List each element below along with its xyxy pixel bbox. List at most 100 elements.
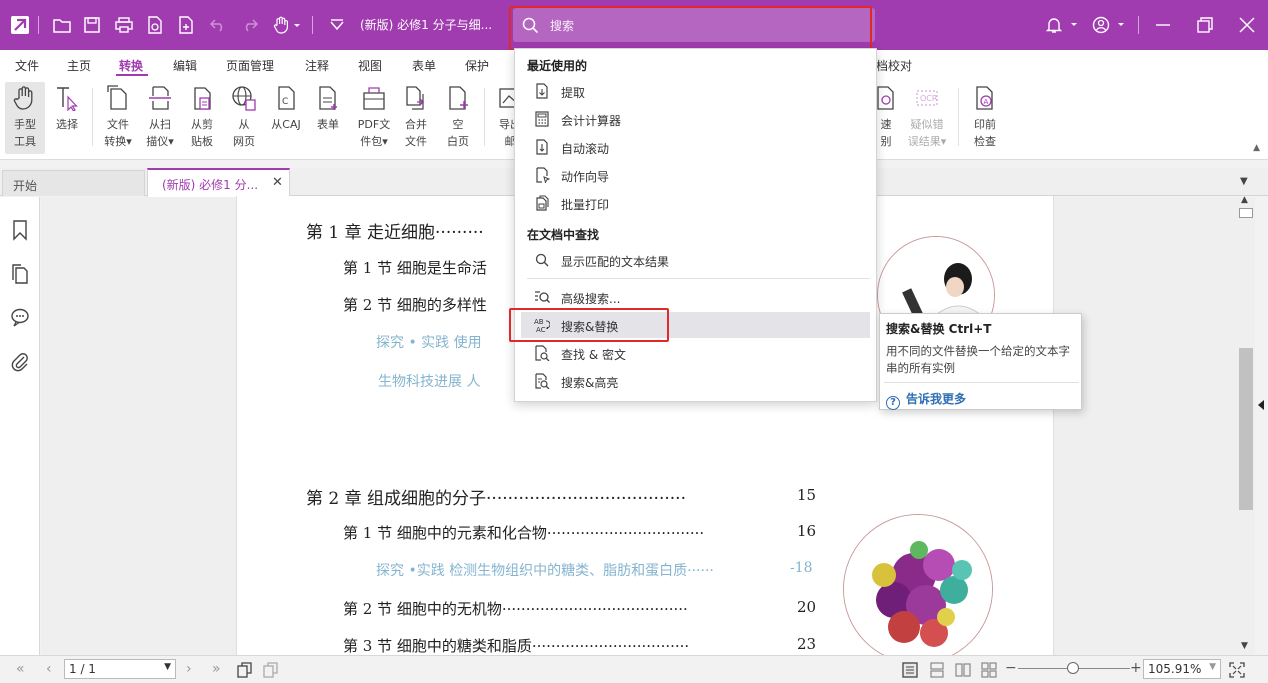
first-page-icon[interactable]: « [16, 661, 25, 677]
tab-document[interactable]: (新版) 必修1 分... [147, 168, 290, 197]
scroll-up-icon[interactable]: ▲ [1241, 195, 1248, 205]
hand-tool-button[interactable]: 手型 工具 [5, 82, 45, 154]
from-scanner-button[interactable]: 从扫 描仪▾ [140, 82, 180, 154]
file-convert-button[interactable]: 文件 转换▾ [98, 82, 138, 154]
open-folder-icon[interactable] [50, 13, 74, 37]
from-caj-button[interactable]: C 从CAJ [266, 82, 306, 154]
divider [92, 88, 93, 146]
tab-protect[interactable]: 保护 [465, 57, 489, 74]
active-tab-indicator [116, 74, 148, 76]
facing-view-icon[interactable] [955, 662, 971, 678]
from-clipboard-button[interactable]: 从剪 贴板 [182, 82, 222, 154]
form-button[interactable]: 表单 [308, 82, 348, 154]
from-web-button[interactable]: 从 网页 [224, 82, 264, 154]
attachment-icon[interactable] [10, 351, 30, 373]
recent-item-auto-scroll[interactable]: 自动滚动 [521, 134, 870, 160]
recent-item-extract[interactable]: 提取 [521, 78, 870, 104]
tab-comment[interactable]: 注释 [305, 57, 329, 74]
tab-edit[interactable]: 编辑 [173, 57, 197, 74]
tab-file[interactable]: 文件 [15, 57, 39, 74]
search-placeholder: 搜索 [550, 19, 575, 33]
pages-thumbnail-icon[interactable] [10, 263, 30, 285]
page-dropdown-icon[interactable]: ▼ [164, 662, 171, 672]
undo-icon[interactable] [206, 13, 230, 37]
tab-start[interactable]: 开始 [2, 170, 145, 196]
account-icon[interactable] [1090, 13, 1128, 37]
recent-item-batch-print[interactable]: 批量打印 [521, 190, 870, 216]
tab-page-management[interactable]: 页面管理 [226, 57, 274, 74]
tab-convert[interactable]: 转换 [119, 57, 143, 74]
divider [484, 88, 485, 146]
hand-icon [12, 85, 38, 111]
scroll-split-handle[interactable] [1239, 208, 1253, 218]
previous-page-icon[interactable]: ‹ [46, 661, 52, 677]
continuous-view-icon[interactable] [929, 662, 945, 678]
recent-item-action-wizard[interactable]: 动作向导 [521, 162, 870, 188]
scroll-down-icon[interactable]: ▼ [1241, 641, 1248, 651]
find-item-advanced-search[interactable]: 高级搜索... [521, 284, 870, 310]
recent-item-calculator[interactable]: 会计计算器 [521, 106, 870, 132]
continuous-facing-view-icon[interactable] [981, 662, 997, 678]
fit-page-icon[interactable] [1229, 662, 1245, 678]
search-input[interactable]: 搜索 [513, 8, 875, 42]
bookmark-icon[interactable] [10, 219, 30, 241]
pdf-package-button[interactable]: PDF文 件包▾ [352, 82, 396, 154]
tab-list-dropdown-icon[interactable]: ▼ [1240, 176, 1248, 187]
continuous-page-icon[interactable] [237, 662, 253, 678]
find-item-show-matches[interactable]: 显示匹配的文本结果 [521, 247, 870, 273]
advanced-search-icon [534, 289, 550, 305]
zoom-slider-knob[interactable] [1067, 662, 1079, 674]
toc-entry: 第 2 节 细胞的多样性 [343, 296, 487, 314]
zoom-in-button[interactable]: + [1130, 660, 1142, 676]
create-pdf-icon[interactable] [143, 13, 167, 37]
find-item-search-replace[interactable]: AB AC 搜索&替换 [521, 312, 870, 338]
toc-page-number: 16 [797, 522, 817, 540]
tab-proofread[interactable]: 档校对 [876, 57, 912, 74]
tell-me-more-link[interactable]: ? 告诉我更多 [886, 390, 966, 410]
minimize-icon[interactable] [1151, 13, 1175, 37]
preflight-button[interactable]: A 印前 检查 [965, 82, 1005, 154]
recent-section-heading: 最近使用的 [527, 59, 588, 73]
page-number-input[interactable]: 1 / 1 ▼ [64, 659, 176, 679]
notifications-bell-icon[interactable] [1043, 13, 1081, 37]
zoom-out-button[interactable]: − [1005, 660, 1017, 676]
find-item-find-redact[interactable]: 查找 & 密文 [521, 340, 870, 366]
close-tab-icon[interactable]: ✕ [272, 175, 283, 190]
comments-icon[interactable] [10, 306, 30, 328]
two-page-icon[interactable] [263, 662, 279, 678]
close-window-icon[interactable] [1235, 13, 1259, 37]
quick-access-dropdown-icon[interactable] [325, 13, 349, 37]
zoom-dropdown-icon[interactable]: ▼ [1209, 662, 1216, 672]
next-page-icon[interactable]: › [186, 661, 192, 677]
search-icon [522, 17, 539, 34]
blank-page-button[interactable]: 空 白页 [438, 82, 478, 154]
new-document-icon[interactable] [174, 13, 198, 37]
divider [884, 382, 1079, 383]
search-replace-tooltip: 搜索&替换 Ctrl+T 用不同的文件替换一个给定的文本字串的所有实例 ? 告诉我… [879, 313, 1082, 410]
last-page-icon[interactable]: » [212, 661, 221, 677]
window-title: (新版) 必修1 分子与细... [360, 18, 493, 32]
hand-tool-dropdown-icon[interactable] [270, 13, 306, 37]
suspect-ocr-results-button[interactable]: OCR 疑似错 误结果▾ [904, 82, 950, 154]
toc-page-number: -18 [790, 560, 813, 576]
scrollbar-thumb[interactable] [1239, 348, 1253, 510]
redo-icon[interactable] [238, 13, 262, 37]
single-page-view-icon[interactable] [902, 662, 918, 678]
restore-window-icon[interactable] [1193, 13, 1217, 37]
divider [312, 16, 313, 34]
print-icon[interactable] [112, 13, 136, 37]
merge-files-button[interactable]: 合并 文件 [396, 82, 436, 154]
ribbon-collapse-icon[interactable]: ▲ [1253, 143, 1260, 153]
find-item-search-highlight[interactable]: 搜索&高亮 [521, 368, 870, 394]
tab-form[interactable]: 表单 [412, 57, 436, 74]
select-button[interactable]: 选择 [47, 82, 87, 154]
tab-view[interactable]: 视图 [358, 57, 382, 74]
toc-entry: 第 3 节 细胞中的糖类和脂质·························… [343, 637, 690, 655]
divider [38, 16, 39, 34]
tab-home[interactable]: 主页 [67, 57, 91, 74]
expand-right-panel-icon[interactable] [1258, 400, 1264, 410]
zoom-level-select[interactable]: 105.91% ▼ [1143, 659, 1221, 679]
find-redact-icon [534, 345, 550, 361]
save-icon[interactable] [80, 13, 104, 37]
search-icon [534, 252, 550, 268]
